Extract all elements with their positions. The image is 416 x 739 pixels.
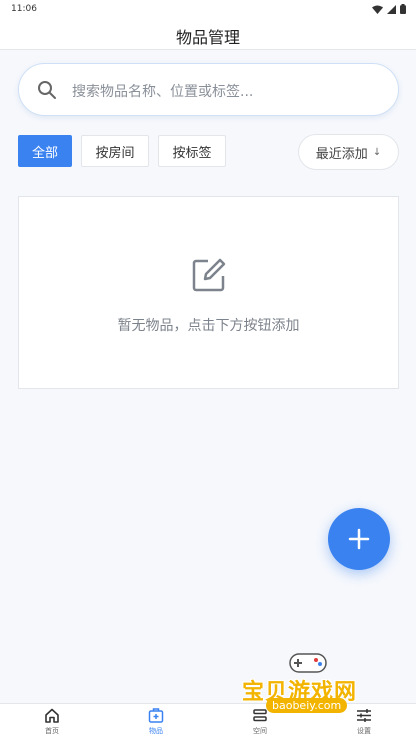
tab-all[interactable]: 全部 [18,135,72,167]
page-title: 物品管理 [175,28,240,47]
nav-item-home[interactable]: 首页 [22,708,82,736]
nav-label-settings: 设置 [357,727,371,735]
add-item-button[interactable] [328,508,390,570]
sort-dropdown[interactable]: 最近添加 ↓ [298,134,399,170]
nav-label-home: 首页 [45,727,59,735]
empty-state-message: 暂无物品，点击下方按钮添加 [117,318,300,334]
gamepad-icon [289,653,327,673]
status-icons [372,4,406,14]
battery-icon [400,4,406,14]
plus-icon [348,528,370,550]
tab-by-room[interactable]: 按房间 [81,135,149,167]
empty-state-card: 暂无物品，点击下方按钮添加 [18,196,399,389]
sort-label: 最近添加 [315,146,368,162]
box-icon [148,708,164,723]
nav-label-items: 物品 [149,727,163,735]
nav-label-space: 空间 [253,727,267,735]
tab-by-tag[interactable]: 按标签 [158,135,226,167]
search-placeholder: 搜索物品名称、位置或标签... [72,84,254,100]
watermark-url: baobeiy.com [266,698,348,713]
status-time: 11:06 [11,4,37,14]
nav-item-items[interactable]: 物品 [126,708,186,736]
edit-icon [192,258,226,292]
app-header: 物品管理 [0,20,416,50]
search-input[interactable]: 搜索物品名称、位置或标签... [18,63,399,116]
watermark-logo: 宝贝游戏网 baobeiy.com [232,646,382,716]
status-bar: 11:06 [0,0,416,20]
signal-icon [387,4,396,14]
home-icon [45,708,59,723]
search-icon [38,81,56,99]
sort-arrow-icon: ↓ [372,146,382,158]
wifi-icon [372,5,383,14]
